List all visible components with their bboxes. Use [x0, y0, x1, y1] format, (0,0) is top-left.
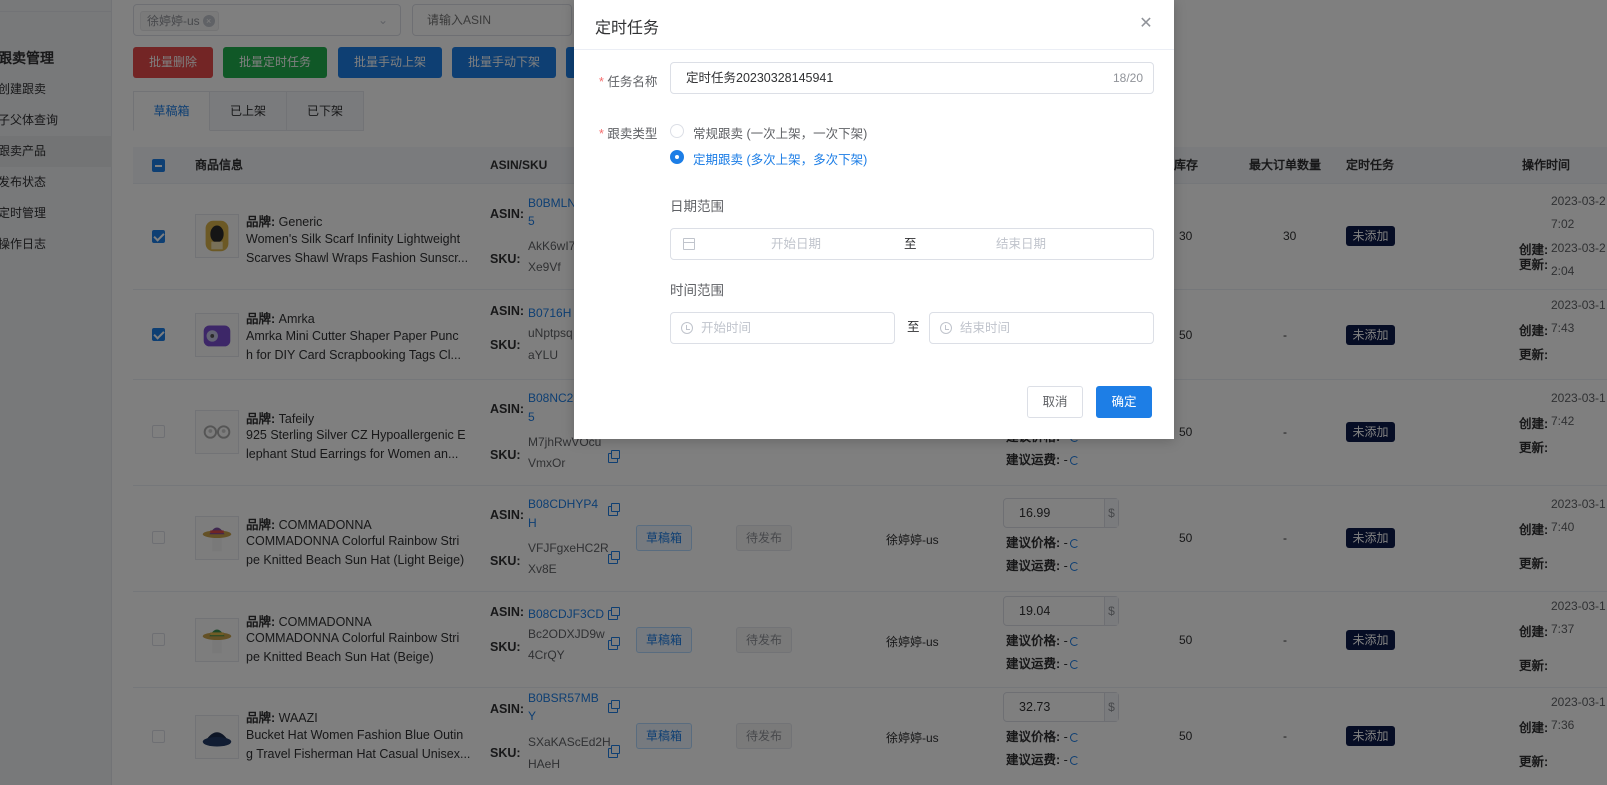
date-range-picker[interactable]: 开始日期 至 结束日期: [670, 228, 1154, 260]
clock-icon: [681, 322, 693, 334]
end-date-placeholder: 结束日期: [996, 237, 1047, 251]
schedule-dialog: 定时任务 ✕ * 任务名称 定时任务20230328145941 18/20 *…: [574, 0, 1174, 439]
task-name-label: * 任务名称: [599, 75, 658, 89]
char-counter: 18/20: [1112, 71, 1143, 85]
task-name-input[interactable]: 定时任务20230328145941 18/20: [670, 62, 1154, 94]
dialog-header: 定时任务 ✕: [574, 0, 1174, 50]
confirm-button[interactable]: 确定: [1096, 386, 1152, 418]
cancel-button[interactable]: 取消: [1027, 386, 1083, 418]
date-range-title: 日期范围: [670, 199, 724, 214]
calendar-icon: [683, 238, 695, 250]
end-time-picker[interactable]: 结束时间: [929, 312, 1154, 344]
start-time-placeholder: 开始时间: [701, 321, 752, 335]
close-icon[interactable]: ✕: [1138, 16, 1154, 32]
clock-icon: [940, 322, 952, 334]
radio-periodic[interactable]: [670, 150, 684, 164]
radio-regular-label[interactable]: 常规跟卖 (一次上架，一次下架): [693, 123, 867, 142]
radio-periodic-label[interactable]: 定期跟卖 (多次上架，多次下架): [693, 149, 867, 168]
radio-regular[interactable]: [670, 124, 684, 138]
range-separator: 至: [904, 237, 917, 251]
end-time-placeholder: 结束时间: [960, 321, 1011, 335]
start-date-placeholder: 开始日期: [771, 237, 822, 251]
time-range-title: 时间范围: [670, 283, 724, 298]
time-range-separator: 至: [907, 320, 920, 334]
dialog-title: 定时任务: [595, 20, 660, 37]
type-label: * 跟卖类型: [599, 127, 658, 141]
start-time-picker[interactable]: 开始时间: [670, 312, 895, 344]
